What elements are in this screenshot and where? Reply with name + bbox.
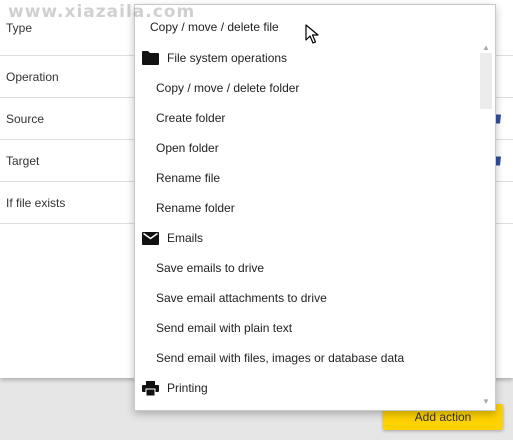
if-file-exists-label: If file exists bbox=[6, 195, 66, 210]
envelope-icon bbox=[142, 230, 160, 246]
group-printing: Printing bbox=[135, 373, 477, 403]
dropdown-scrollbar[interactable]: ▲ ▼ bbox=[478, 43, 494, 409]
scroll-down-arrow-icon[interactable]: ▼ bbox=[481, 397, 491, 407]
option-rename-folder[interactable]: Rename folder bbox=[135, 193, 477, 223]
option-send-email-with-files[interactable]: Send email with files, images or databas… bbox=[135, 343, 477, 373]
source-label: Source bbox=[6, 111, 45, 126]
option-send-email-plain-text[interactable]: Send email with plain text bbox=[135, 313, 477, 343]
watermark: www.xiazaila.com bbox=[8, 2, 196, 22]
printer-icon bbox=[142, 380, 160, 396]
group-label: Emails bbox=[167, 231, 204, 245]
group-emails: Emails bbox=[135, 223, 477, 253]
scroll-up-arrow-icon[interactable]: ▲ bbox=[481, 43, 491, 53]
option-save-emails-to-drive[interactable]: Save emails to drive bbox=[135, 253, 477, 283]
option-save-email-attachments[interactable]: Save email attachments to drive bbox=[135, 283, 477, 313]
folder-icon bbox=[142, 50, 160, 66]
scrollbar-thumb[interactable] bbox=[480, 53, 492, 109]
type-label: Type bbox=[6, 20, 33, 35]
mouse-cursor-icon bbox=[305, 24, 319, 47]
option-open-folder[interactable]: Open folder bbox=[135, 133, 477, 163]
option-create-folder[interactable]: Create folder bbox=[135, 103, 477, 133]
operation-label: Operation bbox=[6, 69, 59, 84]
option-rename-file[interactable]: Rename file bbox=[135, 163, 477, 193]
target-label: Target bbox=[6, 153, 40, 168]
type-dropdown-list[interactable]: Copy / move / delete file File system op… bbox=[134, 4, 496, 411]
option-copy-move-delete-folder[interactable]: Copy / move / delete folder bbox=[135, 73, 477, 103]
group-label: Printing bbox=[167, 381, 208, 395]
group-label: File system operations bbox=[167, 51, 288, 65]
group-file-system-operations: File system operations bbox=[135, 43, 477, 73]
